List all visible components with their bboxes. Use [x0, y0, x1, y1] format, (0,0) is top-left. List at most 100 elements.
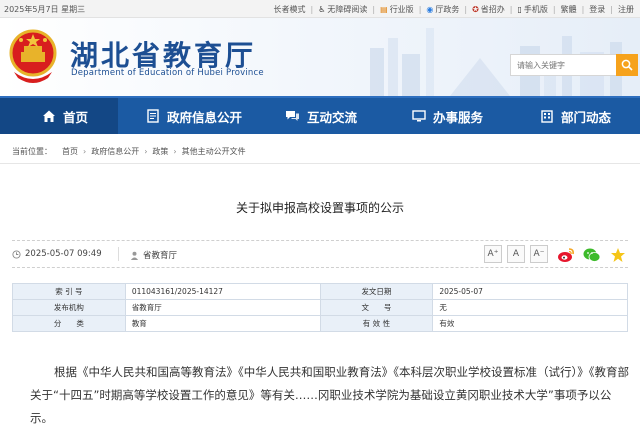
mobile-label: 手机版: [523, 5, 548, 14]
exam-office-link[interactable]: ✪ 省招办: [472, 4, 505, 15]
search-input[interactable]: [510, 54, 616, 76]
clock-icon: [12, 249, 21, 259]
index-number-value: 011043161/2025-14127: [124, 283, 321, 300]
nav-gov-info[interactable]: 政府信息公开: [146, 98, 242, 134]
divider: |: [552, 5, 556, 14]
nav-interaction[interactable]: 互动交流: [285, 98, 357, 134]
wechat-share-button[interactable]: [582, 245, 602, 265]
elder-mode-link[interactable]: 长者模式: [274, 4, 306, 15]
article-body: 根据《中华人民共和国高等教育法》《中华人民共和国职业教育法》《本科层次职业学校设…: [30, 361, 632, 430]
issue-date-value: 2025-05-07: [432, 283, 628, 300]
nav-dept-news[interactable]: 部门动态: [540, 98, 611, 134]
traditional-chinese-link[interactable]: 繁體: [561, 4, 577, 15]
mobile-link[interactable]: ▯ 手机版: [517, 4, 547, 15]
main-nav: 首页 政府信息公开 互动交流 办事服务 部门动态: [0, 96, 640, 134]
breadcrumb-home[interactable]: 首页: [62, 146, 78, 157]
gov-affairs-link[interactable]: ◉ 厅政务: [426, 4, 459, 15]
favorite-button[interactable]: [608, 245, 628, 265]
divider: |: [310, 5, 314, 14]
national-emblem-icon: [9, 29, 57, 83]
divider: |: [581, 5, 585, 14]
article-meta: 2025-05-07 09:49 省教育厅 A⁺ A A⁻: [12, 240, 628, 268]
wechat-icon: [583, 248, 601, 262]
accessibility-label: 无障碍阅读: [327, 5, 368, 14]
document-number-value: 无: [432, 299, 628, 316]
nav-services-label: 办事服务: [433, 109, 484, 125]
weibo-icon: [558, 248, 574, 262]
document-info-table: 索 引 号 011043161/2025-14127 发文日期 2025-05-…: [12, 283, 628, 332]
breadcrumb-gov-info[interactable]: 政府信息公开: [91, 146, 139, 157]
validity-label: 有 效 性: [319, 315, 434, 332]
mobile-icon: ▯: [517, 5, 522, 14]
chevron-right-icon: ›: [144, 147, 148, 156]
login-link[interactable]: 登录: [589, 4, 605, 15]
person-icon: [130, 251, 139, 260]
breadcrumb-prefix: 当前位置：: [12, 147, 52, 156]
industry-icon: ▤: [380, 5, 388, 14]
table-row: 发布机构 省教育厅 文 号 无: [12, 299, 628, 316]
publish-time-value: 2025-05-07 09:49: [25, 249, 102, 259]
divider: [118, 247, 119, 261]
publish-time: 2025-05-07 09:49: [12, 249, 102, 259]
category-label: 分 类: [12, 315, 126, 332]
top-bar: 2025年5月7日 星期三 长者模式 | ♿ 无障碍阅读 | ▤ 行业版 | ◉ 厅政…: [0, 0, 640, 18]
font-decrease-button[interactable]: A⁻: [530, 245, 548, 263]
current-date: 2025年5月7日 星期三: [4, 5, 86, 14]
industry-link[interactable]: ▤ 行业版: [380, 4, 414, 15]
table-row: 分 类 教育 有 效 性 有效: [12, 315, 628, 332]
font-increase-button[interactable]: A⁺: [484, 245, 502, 263]
chevron-right-icon: ›: [173, 147, 177, 156]
top-links: 长者模式 | ♿ 无障碍阅读 | ▤ 行业版 | ◉ 厅政务 | ✪ 省招办 | ▯ 手机…: [274, 4, 634, 15]
table-row: 索 引 号 011043161/2025-14127 发文日期 2025-05-…: [12, 283, 628, 300]
issue-date-label: 发文日期: [319, 283, 434, 300]
divider: |: [610, 5, 613, 14]
gov-affairs-label: 厅政务: [435, 5, 460, 14]
chat-icon: [286, 111, 299, 121]
monitor-icon: [412, 110, 426, 122]
home-icon: [43, 110, 55, 122]
divider: [0, 163, 640, 164]
article-source-value: 省教育厅: [143, 251, 178, 261]
nav-home-label: 首页: [63, 109, 89, 125]
index-number-label: 索 引 号: [12, 283, 126, 300]
accessibility-link[interactable]: ♿ 无障碍阅读: [318, 4, 367, 15]
building-icon: [541, 110, 553, 123]
exam-office-icon: ✪: [472, 5, 479, 14]
gov-icon: ◉: [426, 5, 434, 14]
nav-interaction-label: 互动交流: [307, 109, 358, 125]
publisher-label: 发布机构: [12, 299, 126, 316]
body-paragraph: 根据《中华人民共和国高等教育法》《中华人民共和国职业教育法》《本科层次职业学校设…: [30, 365, 629, 425]
elder-mode-label: 长者模式: [273, 5, 306, 14]
article-title: 关于拟申报高校设置事项的公示: [235, 201, 404, 215]
divider: |: [464, 5, 468, 14]
search-button[interactable]: [616, 54, 638, 76]
exam-office-label: 省招办: [480, 5, 505, 14]
divider: |: [509, 5, 513, 14]
breadcrumb-policy[interactable]: 政策: [152, 146, 168, 157]
article-source: 省教育厅: [130, 249, 177, 261]
chevron-right-icon: ›: [83, 147, 87, 156]
category-value: 教育: [124, 315, 321, 332]
industry-label: 行业版: [389, 5, 414, 14]
nav-gov-info-label: 政府信息公开: [167, 109, 243, 125]
site-subtitle: Department of Education of Hubei Provinc…: [71, 68, 264, 78]
divider: |: [418, 5, 422, 14]
document-number-label: 文 号: [319, 299, 434, 316]
search-icon: [621, 59, 633, 71]
site-header: 湖北省教育厅 Department of Education of Hubei …: [0, 18, 640, 96]
register-link[interactable]: 注册: [618, 4, 634, 15]
document-icon: [147, 109, 159, 123]
accessibility-icon: ♿: [318, 5, 326, 14]
nav-services[interactable]: 办事服务: [412, 98, 483, 134]
breadcrumb-other-files[interactable]: 其他主动公开文件: [182, 146, 246, 157]
nav-home[interactable]: 首页: [0, 98, 118, 134]
font-default-button[interactable]: A: [507, 245, 525, 263]
breadcrumb: 当前位置： 首页 › 政府信息公开 › 政策 › 其他主动公开文件: [12, 146, 246, 157]
validity-value: 有效: [432, 315, 628, 332]
nav-dept-news-label: 部门动态: [561, 109, 612, 125]
star-icon: [611, 248, 625, 262]
divider: |: [372, 5, 376, 14]
search-box: [510, 54, 638, 76]
weibo-share-button[interactable]: [556, 245, 576, 265]
publisher-value: 省教育厅: [124, 299, 321, 316]
